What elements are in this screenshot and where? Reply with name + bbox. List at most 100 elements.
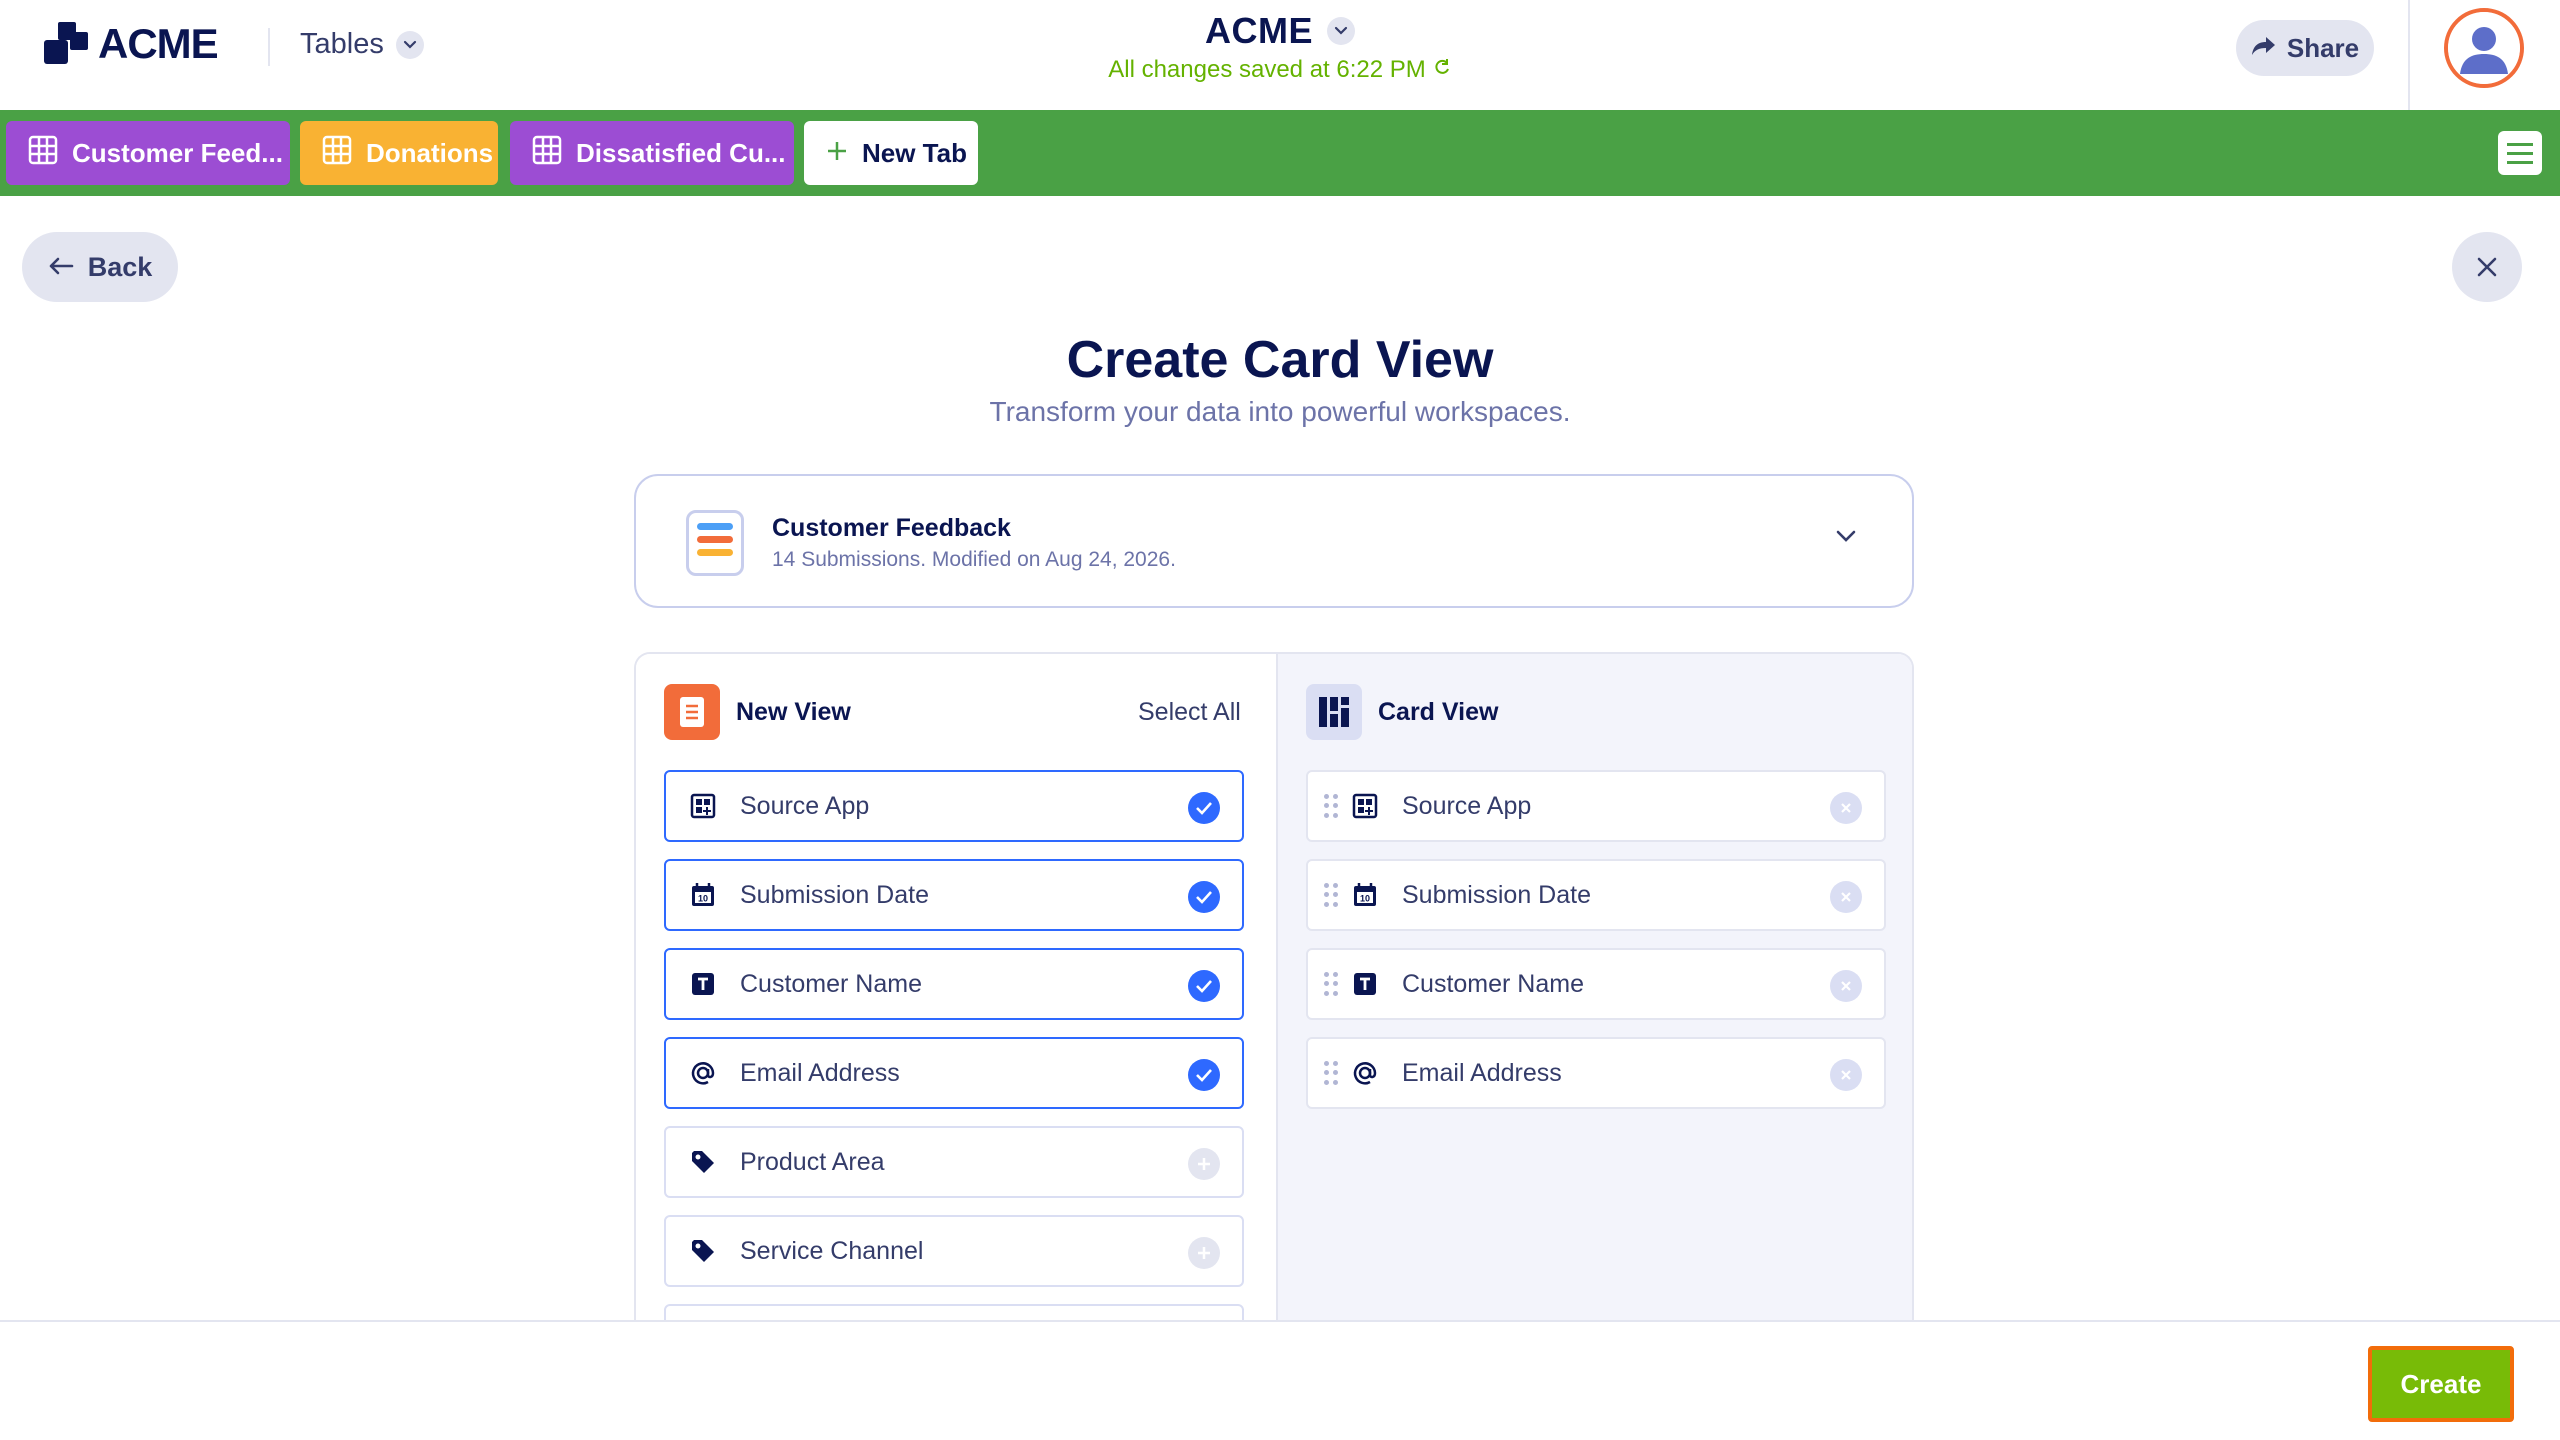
field-label: Service Channel bbox=[740, 1236, 924, 1265]
card-view-panel: Card View Source App 10 Submission Date … bbox=[1276, 654, 1912, 1320]
page-subtitle: Transform your data into powerful worksp… bbox=[989, 396, 1571, 427]
tab-label: Dissatisfied Cu... bbox=[576, 137, 786, 168]
logo-text: ACME bbox=[98, 20, 219, 67]
at-sign-icon bbox=[688, 1058, 718, 1088]
header-divider-right bbox=[2408, 0, 2410, 110]
at-sign-icon bbox=[1350, 1058, 1380, 1088]
field-source-app[interactable]: Source App bbox=[664, 770, 1244, 842]
user-avatar[interactable] bbox=[2444, 8, 2524, 88]
tag-icon bbox=[688, 1147, 718, 1177]
user-icon bbox=[2448, 12, 2520, 84]
field-label: Email Address bbox=[1402, 1058, 1562, 1087]
remove-x-icon[interactable] bbox=[1830, 970, 1862, 1002]
card-field-submission-date[interactable]: 10 Submission Date bbox=[1306, 859, 1886, 931]
chevron-down-icon bbox=[1834, 528, 1858, 549]
card-field-email-address[interactable]: Email Address bbox=[1306, 1037, 1886, 1109]
form-document-icon bbox=[664, 684, 720, 740]
checkmark-icon[interactable] bbox=[1188, 881, 1220, 913]
calendar-icon: 10 bbox=[1350, 880, 1380, 910]
source-name: Customer Feedback bbox=[772, 514, 1011, 542]
plus-icon bbox=[826, 138, 848, 169]
acme-logo[interactable]: ACME bbox=[44, 20, 219, 68]
field-label: Source App bbox=[740, 791, 870, 820]
card-layout-icon bbox=[1306, 684, 1362, 740]
drag-handle-icon[interactable] bbox=[1324, 972, 1338, 996]
footer-bar bbox=[0, 1320, 2560, 1440]
share-label: Share bbox=[2286, 32, 2360, 63]
tab-bar: Customer Feed... Donations Dissatisfied … bbox=[0, 110, 2560, 196]
share-button[interactable]: Share bbox=[2236, 20, 2374, 76]
remove-x-icon[interactable] bbox=[1830, 881, 1862, 913]
field-partially-hidden[interactable] bbox=[664, 1304, 1244, 1320]
card-field-source-app[interactable]: Source App bbox=[1306, 770, 1886, 842]
table-grid-icon bbox=[28, 135, 58, 172]
field-label: Email Address bbox=[740, 1058, 900, 1087]
field-label: Submission Date bbox=[1402, 880, 1591, 909]
tables-dropdown[interactable]: Tables bbox=[300, 28, 424, 61]
app-title-chevron-down-icon[interactable] bbox=[1327, 17, 1355, 45]
remove-x-icon[interactable] bbox=[1830, 1059, 1862, 1091]
plus-icon[interactable] bbox=[1188, 1148, 1220, 1180]
grid-add-icon bbox=[688, 791, 718, 821]
source-table-select[interactable]: Customer Feedback 14 Submissions. Modifi… bbox=[634, 474, 1914, 608]
field-label: Source App bbox=[1402, 791, 1532, 820]
source-meta: 14 Submissions. Modified on Aug 24, 2026… bbox=[772, 548, 1176, 571]
header-divider bbox=[268, 28, 270, 66]
tables-label: Tables bbox=[300, 28, 384, 60]
tab-customer-feedback[interactable]: Customer Feed... bbox=[6, 121, 290, 185]
page-title: Create Card View bbox=[1066, 331, 1494, 389]
table-grid-icon bbox=[532, 135, 562, 172]
card-field-customer-name[interactable]: Customer Name bbox=[1306, 948, 1886, 1020]
field-product-area[interactable]: Product Area bbox=[664, 1126, 1244, 1198]
create-button[interactable]: Create bbox=[2368, 1346, 2514, 1422]
table-grid-icon bbox=[322, 135, 352, 172]
field-email-address[interactable]: Email Address bbox=[664, 1037, 1244, 1109]
new-tab-label: New Tab bbox=[862, 137, 967, 168]
refresh-icon bbox=[1432, 56, 1452, 84]
plus-icon[interactable] bbox=[1188, 1237, 1220, 1269]
drag-handle-icon[interactable] bbox=[1324, 883, 1338, 907]
field-label: Submission Date bbox=[740, 880, 929, 909]
new-tab-button[interactable]: New Tab bbox=[804, 121, 978, 185]
new-view-title: New View bbox=[736, 697, 851, 726]
back-label: Back bbox=[87, 251, 153, 282]
field-service-channel[interactable]: Service Channel bbox=[664, 1215, 1244, 1287]
tab-donations[interactable]: Donations bbox=[300, 121, 498, 185]
field-submission-date[interactable]: 10 Submission Date bbox=[664, 859, 1244, 931]
tab-label: Customer Feed... bbox=[72, 137, 283, 168]
hamburger-menu-icon[interactable] bbox=[2498, 131, 2542, 175]
create-label: Create bbox=[2400, 1368, 2482, 1399]
drag-handle-icon[interactable] bbox=[1324, 1061, 1338, 1085]
close-button[interactable] bbox=[2452, 232, 2522, 302]
drag-handle-icon[interactable] bbox=[1324, 794, 1338, 818]
field-label: Customer Name bbox=[1402, 969, 1584, 998]
acme-logo-mark-icon bbox=[44, 22, 90, 66]
chevron-down-icon bbox=[395, 30, 424, 59]
arrow-left-icon bbox=[48, 252, 74, 283]
remove-x-icon[interactable] bbox=[1830, 792, 1862, 824]
tag-icon bbox=[688, 1236, 718, 1266]
field-panels: New View Select All Source App 10 Submis… bbox=[634, 652, 1914, 1320]
back-button[interactable]: Back bbox=[22, 232, 178, 302]
svg-text:10: 10 bbox=[698, 894, 708, 904]
grid-add-icon bbox=[1350, 791, 1380, 821]
text-t-icon bbox=[1350, 969, 1380, 999]
svg-text:10: 10 bbox=[1360, 894, 1370, 904]
field-label: Product Area bbox=[740, 1147, 885, 1176]
calendar-icon: 10 bbox=[688, 880, 718, 910]
field-label: Customer Name bbox=[740, 969, 922, 998]
top-header: ACME Tables ACME All changes saved at 6:… bbox=[0, 0, 2560, 110]
app-title: ACME bbox=[1205, 10, 1313, 51]
tab-label: Donations bbox=[366, 137, 494, 168]
checkmark-icon[interactable] bbox=[1188, 1059, 1220, 1091]
table-list-icon bbox=[686, 510, 744, 576]
card-view-title: Card View bbox=[1378, 697, 1499, 726]
select-all-link[interactable]: Select All bbox=[1138, 698, 1241, 727]
checkmark-icon[interactable] bbox=[1188, 792, 1220, 824]
share-icon bbox=[2251, 33, 2277, 64]
save-status: All changes saved at 6:22 PM bbox=[1108, 56, 1426, 83]
field-customer-name[interactable]: Customer Name bbox=[664, 948, 1244, 1020]
tab-dissatisfied-customers[interactable]: Dissatisfied Cu... bbox=[510, 121, 794, 185]
checkmark-icon[interactable] bbox=[1188, 970, 1220, 1002]
close-icon bbox=[2477, 257, 2497, 277]
